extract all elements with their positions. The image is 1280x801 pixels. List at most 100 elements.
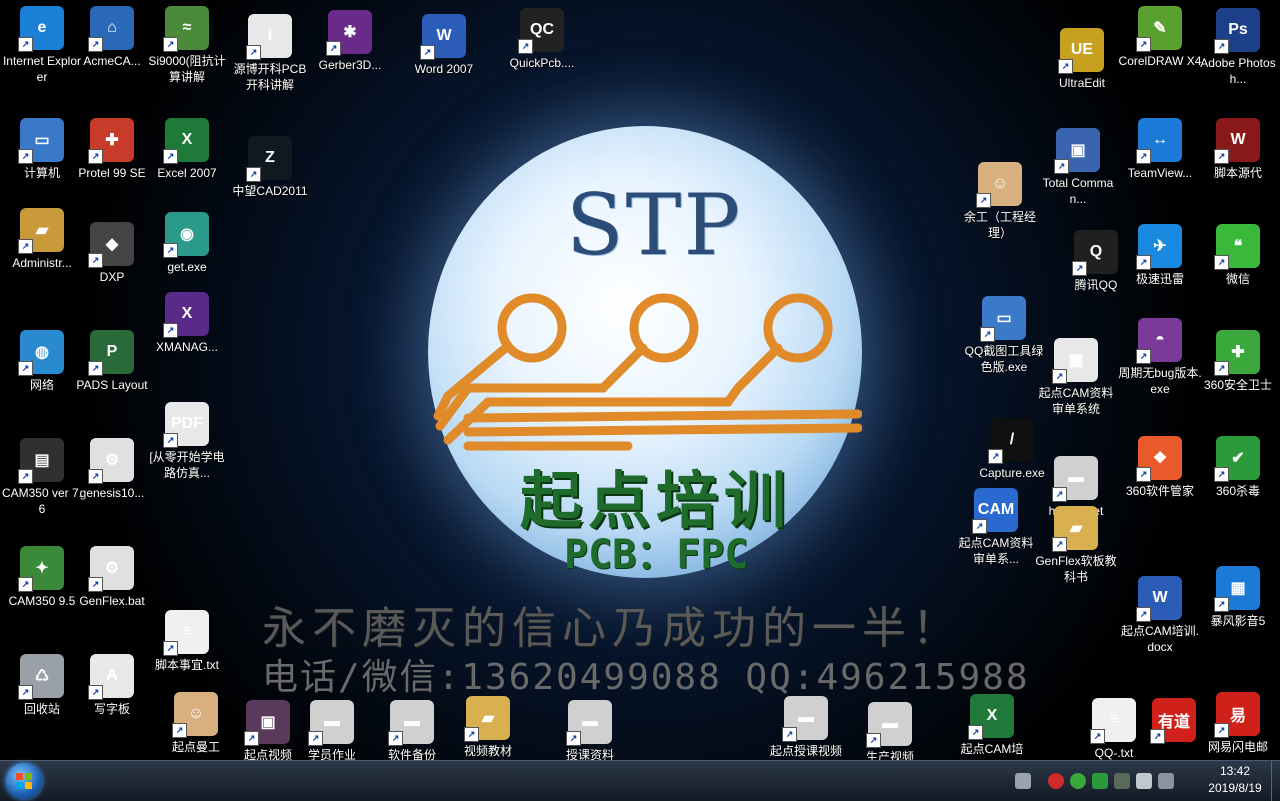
app-glyph-icon: ◉ [180, 226, 194, 243]
desktop-icon[interactable]: ✎ ↗ CorelDRAW X4 [1118, 6, 1202, 69]
desktop-icon[interactable]: CAM ↗ 起点CAM资料审单系... [954, 488, 1038, 567]
360-plus-icon[interactable] [1070, 773, 1086, 789]
desktop-icon-label: Excel 2007 [157, 166, 217, 180]
app-glyph-icon: ▦ [1230, 580, 1246, 597]
desktop-icon[interactable]: ❝ ↗ 微信 [1196, 224, 1280, 287]
desktop-icon[interactable]: W ↗ 起点CAM培训.docx [1118, 576, 1202, 655]
desktop-icon-label: 微信 [1225, 272, 1250, 286]
desktop-icon[interactable]: X ↗ XMANAG... [145, 292, 229, 355]
desktop-icon[interactable]: 易 ↗ 网易闪电邮 [1196, 692, 1280, 755]
desktop-icon[interactable]: ❖ ↗ 360软件管家 [1118, 436, 1202, 499]
shortcut-arrow-icon: ↗ [1052, 537, 1067, 552]
app-glyph-icon: X [181, 131, 193, 148]
system-tray: 13:42 2019/8/19 [990, 761, 1280, 801]
desktop-icon[interactable]: ✈ ↗ 极速迅雷 [1118, 224, 1202, 287]
app-icon: ⚙ ↗ [88, 546, 134, 592]
shortcut-arrow-icon: ↗ [88, 253, 103, 268]
desktop-icon[interactable]: UE ↗ UltraEdit [1040, 28, 1124, 91]
shortcut-arrow-icon: ↗ [1052, 487, 1067, 502]
app-glyph-icon: ▤ [34, 452, 50, 469]
app-icon: ▬ ↗ [566, 700, 612, 746]
desktop-icon-label: QQ-.txt [1094, 746, 1134, 760]
desktop-icon[interactable]: ⌂ ↗ AcmeCA... [70, 6, 154, 69]
desktop-icon[interactable]: ▦ ↗ 暴风影音5 [1196, 566, 1280, 629]
desktop-icon[interactable]: ▬ ↗ 软件备份 [370, 700, 454, 760]
desktop-icon[interactable]: X ↗ 起点CAM培 [950, 694, 1034, 757]
keyboard-icon[interactable] [1015, 773, 1031, 789]
desktop-icon[interactable]: ▦ ↗ 起点CAM资料审单系统 [1034, 338, 1118, 417]
desktop-icon[interactable]: ▬ ↗ 授课资料 [548, 700, 632, 760]
shield-icon[interactable] [1092, 773, 1108, 789]
start-button[interactable] [6, 763, 42, 799]
desktop-icon[interactable]: ⚙ ↗ GenFlex.bat [70, 546, 154, 609]
desktop-icon[interactable]: ▰ ↗ GenFlex软板教科书 [1034, 506, 1118, 585]
shortcut-arrow-icon: ↗ [1214, 255, 1229, 270]
desktop-icon[interactable]: ✱ ↗ Gerber3D... [308, 10, 392, 73]
desktop-icon[interactable]: ✚ ↗ Protel 99 SE [70, 118, 154, 181]
speaker-icon[interactable] [1136, 773, 1152, 789]
network-icon[interactable] [1114, 773, 1130, 789]
desktop-icon[interactable]: ▬ ↗ 生产视频 [848, 702, 932, 760]
desktop-icon[interactable]: P ↗ PADS Layout [70, 330, 154, 393]
app-glyph-icon: ≡ [182, 623, 192, 640]
desktop-icon[interactable]: Ps ↗ Adobe Photosh... [1196, 8, 1280, 87]
app-icon: A ↗ [88, 654, 134, 700]
desktop-icon-label: 源博开科PCB开科讲解 [233, 62, 307, 92]
app-icon: ▦ ↗ [1052, 338, 1098, 384]
shortcut-arrow-icon: ↗ [18, 361, 33, 376]
action-center-icon[interactable] [1158, 773, 1174, 789]
desktop-icon[interactable]: W ↗ 脚本源代 [1196, 118, 1280, 181]
desktop-icon[interactable]: ◆ ↗ DXP [70, 222, 154, 285]
app-glyph-icon: W [436, 27, 452, 44]
app-icon: ☺ ↗ [172, 692, 218, 738]
desktop-icon[interactable]: ▬ ↗ 起点授课视频 [764, 696, 848, 759]
desktop-icon[interactable]: ▣ ↗ Total Comman... [1036, 128, 1120, 207]
desktop-icon[interactable]: ◉ ↗ get.exe [145, 212, 229, 275]
app-glyph-icon: ◆ [105, 236, 119, 253]
desktop-icon[interactable]: X ↗ Excel 2007 [145, 118, 229, 181]
app-icon: ◍ ↗ [18, 330, 64, 376]
shortcut-arrow-icon: ↗ [1090, 729, 1105, 744]
desktop-icon-label: GenFlex软板教科书 [1035, 554, 1117, 584]
desktop-icon[interactable]: ≈ ↗ Si9000(阻抗计算讲解 [145, 6, 229, 85]
shortcut-arrow-icon: ↗ [972, 519, 987, 534]
desktop-icon[interactable]: ☺ ↗ 余工（工程经理） [958, 162, 1042, 241]
app-glyph-icon: W [1152, 589, 1168, 606]
desktop-icon[interactable]: i ↗ 源博开科PCB开科讲解 [228, 14, 312, 93]
app-icon: ≈ ↗ [163, 6, 209, 52]
desktop-icon-label: 360杀毒 [1215, 484, 1261, 498]
desktop-icon[interactable]: PDF ↗ [从零开始学电路仿真... [145, 402, 229, 481]
app-icon: ▣ ↗ [244, 700, 290, 746]
desktop-icon[interactable]: ▬ ↗ 学员作业 [290, 700, 374, 760]
shortcut-arrow-icon: ↗ [163, 433, 178, 448]
desktop-icon[interactable]: ✚ ↗ 360安全卫士 [1196, 330, 1280, 393]
shortcut-arrow-icon: ↗ [1214, 723, 1229, 738]
desktop-icon[interactable]: A ↗ 写字板 [70, 654, 154, 717]
app-icon: X ↗ [968, 694, 1014, 740]
desktop-icon[interactable]: ≡ ↗ 脚本事宜.txt [145, 610, 229, 673]
app-icon: ◆ ↗ [88, 222, 134, 268]
app-glyph-icon: / [1009, 431, 1015, 448]
no-entry-icon[interactable] [1048, 773, 1064, 789]
desktop-icon[interactable]: W ↗ Word 2007 [402, 14, 486, 77]
app-icon: ▣ ↗ [1054, 128, 1100, 174]
app-icon: P ↗ [88, 330, 134, 376]
taskbar-clock[interactable]: 13:42 2019/8/19 [1200, 763, 1270, 797]
app-icon: ▬ ↗ [1052, 456, 1098, 502]
brand-stp-text: STP [566, 176, 743, 274]
desktop-icon[interactable]: ▰ ↗ 视频教材 [446, 696, 530, 759]
desktop-icon[interactable]: ✔ ↗ 360杀毒 [1196, 436, 1280, 499]
desktop-icon[interactable]: QC ↗ QuickPcb.... [500, 8, 584, 71]
shortcut-arrow-icon: ↗ [18, 149, 33, 164]
show-desktop-button[interactable] [1271, 761, 1280, 801]
shortcut-arrow-icon: ↗ [88, 37, 103, 52]
app-glyph-icon: ✚ [105, 132, 119, 149]
desktop-icon[interactable]: Z ↗ 中望CAD2011 [228, 136, 312, 199]
app-icon: Z ↗ [246, 136, 292, 182]
desktop-icon[interactable]: ↔ ↗ TeamView... [1118, 118, 1202, 181]
shortcut-arrow-icon: ↗ [88, 577, 103, 592]
desktop-icon[interactable]: ◓ ↗ 周期无bug版本.exe [1118, 318, 1202, 397]
desktop-icon-label: XMANAG... [155, 340, 218, 354]
app-icon: W ↗ [420, 14, 466, 60]
desktop-icon[interactable]: ⚙ ↗ genesis10... [70, 438, 154, 501]
